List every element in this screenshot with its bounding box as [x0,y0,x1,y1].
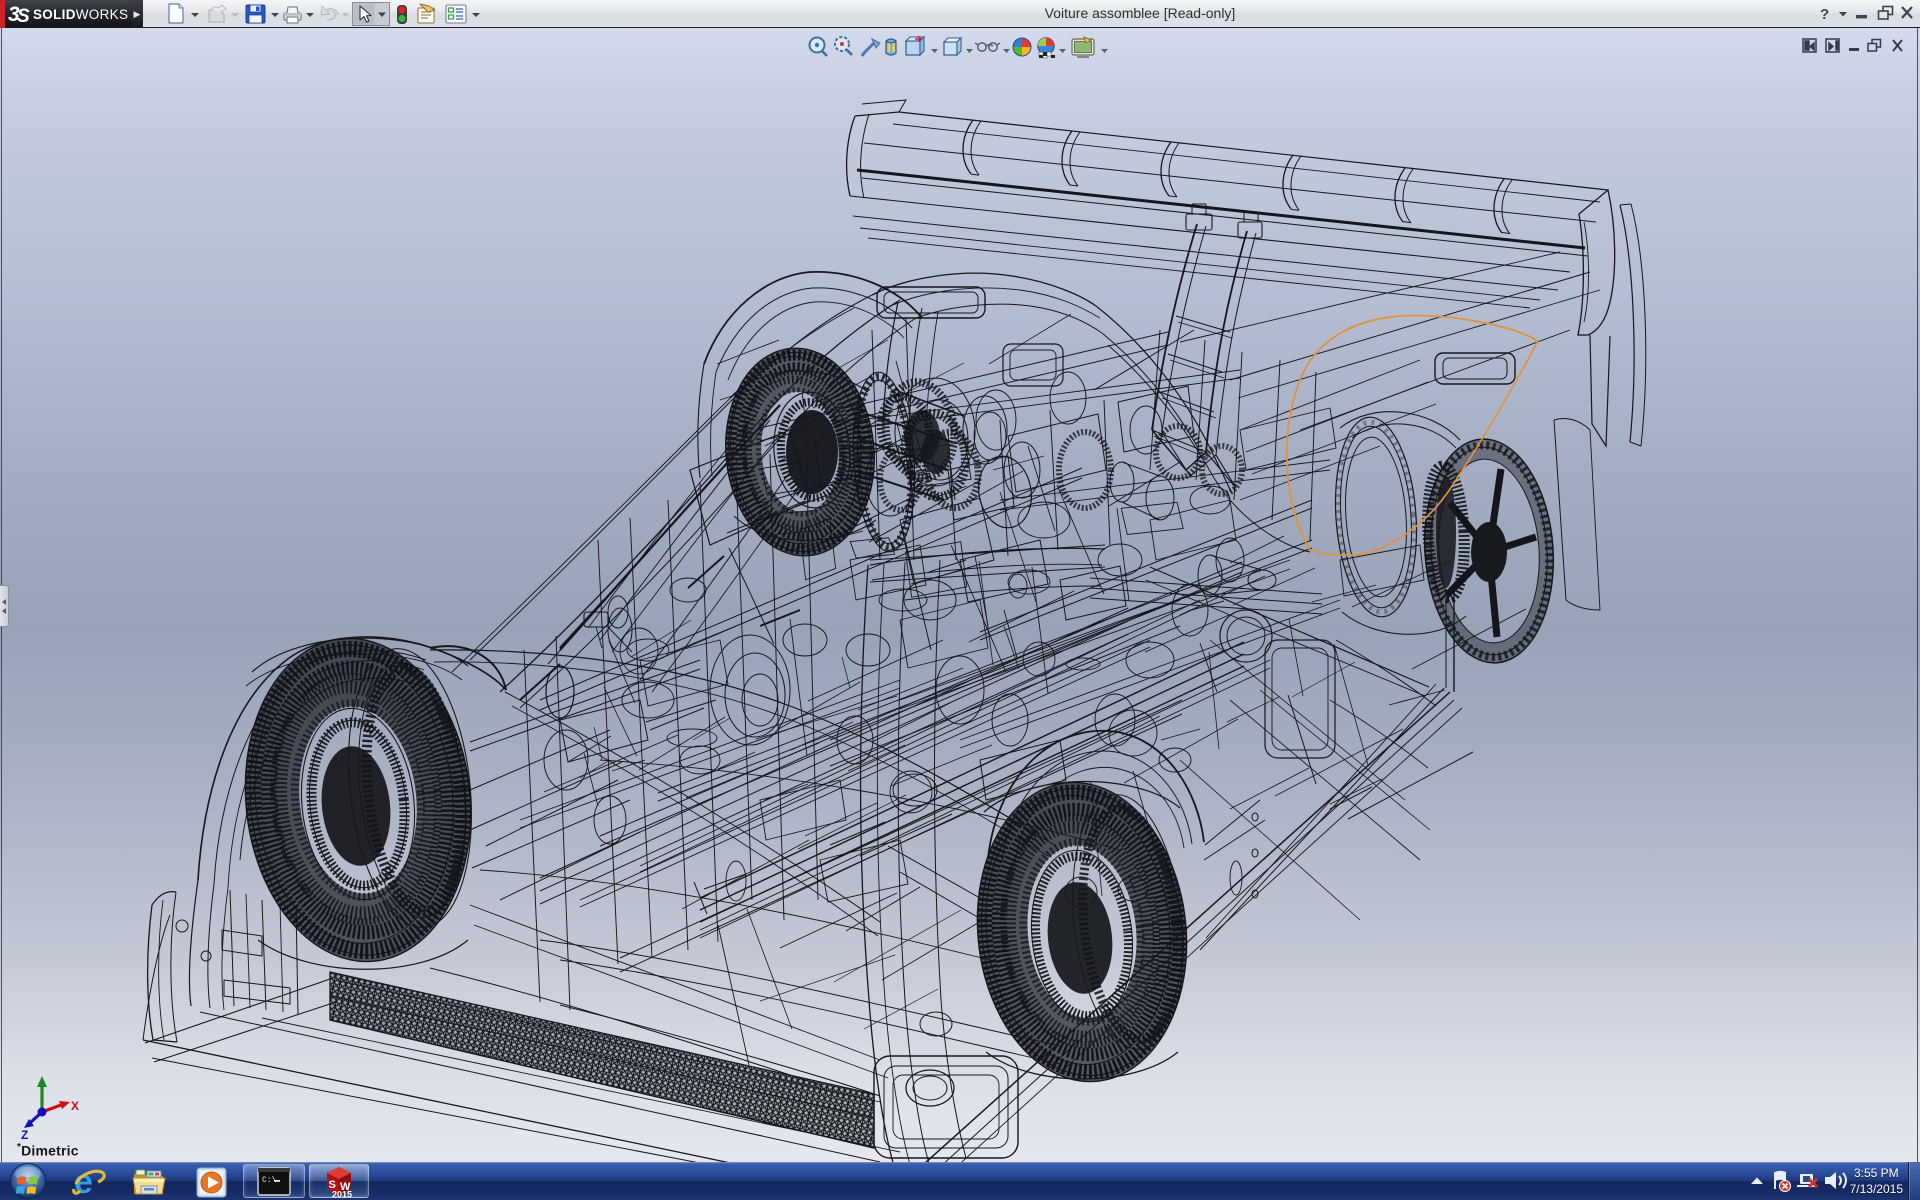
svg-text:?: ? [1820,6,1829,23]
svg-text:X: X [71,1099,79,1113]
svg-text:S: S [17,6,30,27]
svg-text:Z: Z [21,1128,28,1142]
svg-text:2015: 2015 [332,1190,352,1200]
svg-text:SOLIDWORKS: SOLIDWORKS [33,7,128,22]
